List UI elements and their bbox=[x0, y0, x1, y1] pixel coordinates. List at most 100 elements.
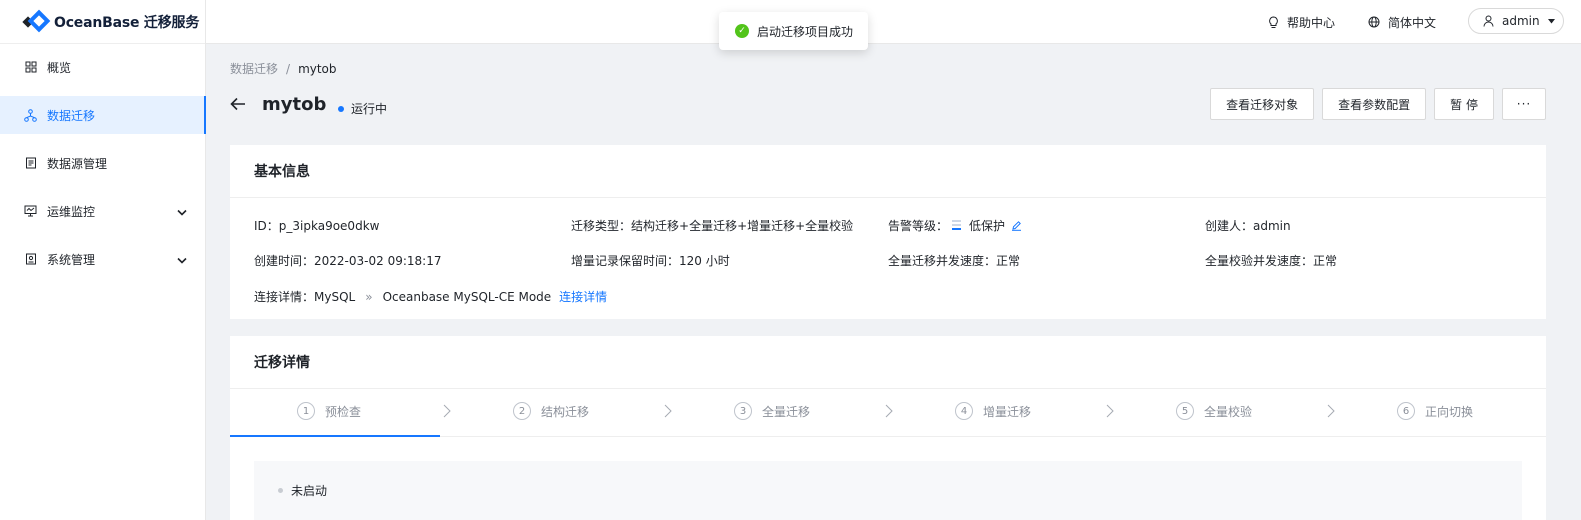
step-label: 结构迁移 bbox=[541, 404, 590, 419]
info-label: 创建时间： bbox=[254, 254, 315, 268]
oceanbase-logo-icon bbox=[22, 9, 51, 33]
app-logo[interactable]: OceanBase 迁移服务 bbox=[0, 0, 205, 44]
migration-details-heading: 迁移详情 bbox=[230, 336, 1546, 389]
step-label: 正向切换 bbox=[1425, 404, 1474, 419]
sidebar-item-label: 概览 bbox=[47, 60, 72, 75]
language-label: 简体中文 bbox=[1388, 15, 1437, 30]
step-full-verification[interactable]: 5 全量校验 bbox=[1176, 402, 1252, 420]
help-center-label: 帮助中心 bbox=[1287, 15, 1336, 30]
info-label: 连接详情： bbox=[254, 290, 315, 304]
chevron-right-icon bbox=[885, 404, 893, 421]
step-number: 5 bbox=[1176, 402, 1194, 420]
chevron-right-icon bbox=[1106, 404, 1114, 421]
pause-button[interactable]: 暂 停 bbox=[1434, 88, 1494, 120]
status-dot-icon bbox=[278, 488, 283, 493]
globe-icon bbox=[1368, 16, 1380, 28]
active-step-indicator bbox=[230, 435, 440, 437]
status-label: 运行中 bbox=[351, 102, 388, 116]
step-number: 3 bbox=[734, 402, 752, 420]
info-label: 告警等级： bbox=[888, 219, 949, 233]
step-number: 6 bbox=[1397, 402, 1415, 420]
toast-message: 启动迁移项目成功 bbox=[757, 24, 854, 39]
view-params-button[interactable]: 查看参数配置 bbox=[1322, 88, 1427, 120]
user-menu[interactable]: admin bbox=[1468, 8, 1564, 34]
settings-icon bbox=[24, 253, 37, 266]
lightbulb-icon bbox=[1268, 15, 1279, 29]
sidebar: OceanBase 迁移服务 概览 数据迁移 数据源管理 运维监控 系统管理 bbox=[0, 0, 206, 520]
success-toast: ✓ 启动迁移项目成功 bbox=[719, 12, 868, 50]
info-label: 创建人： bbox=[1205, 219, 1254, 233]
user-icon bbox=[1483, 15, 1494, 27]
chevron-right-icon bbox=[443, 404, 451, 421]
info-value: p_3ipka9oe0dkw bbox=[278, 218, 380, 233]
sidebar-item-label: 运维监控 bbox=[47, 204, 96, 219]
username: admin bbox=[1502, 14, 1540, 28]
basic-info-card: 基本信息 ID： p_3ipka9oe0dkw 迁移类型： 结构迁移+全量迁移+增量… bbox=[230, 145, 1546, 319]
migration-steps: 1 预检查 2 结构迁移 3 全量迁移 4 增量迁移 5 全量校验 6 正向切换 bbox=[230, 388, 1546, 437]
sidebar-item-data-migration[interactable]: 数据迁移 bbox=[0, 96, 206, 134]
arrow-left-icon[interactable] bbox=[230, 97, 246, 114]
info-alarm-level: 告警等级： 低保护 bbox=[888, 217, 1022, 234]
step-schema-migration[interactable]: 2 结构迁移 bbox=[513, 402, 589, 420]
sidebar-item-datasource[interactable]: 数据源管理 bbox=[0, 144, 205, 182]
info-value: 正常 bbox=[996, 254, 1021, 268]
language-switcher[interactable]: 简体中文 bbox=[1368, 0, 1436, 44]
migration-details-card: 迁移详情 1 预检查 2 结构迁移 3 全量迁移 4 增量迁移 5 全量校验 6… bbox=[230, 336, 1546, 520]
info-value: 正常 bbox=[1313, 254, 1338, 268]
info-full-migration-speed: 全量迁移并发速度： 正常 bbox=[888, 252, 1020, 269]
view-migration-objects-button[interactable]: 查看迁移对象 bbox=[1210, 88, 1315, 120]
connection-details-link[interactable]: 连接详情 bbox=[559, 288, 607, 305]
info-connection: 连接详情： MySQL » Oceanbase MySQL-CE Mode 连接… bbox=[254, 288, 607, 305]
edit-icon[interactable] bbox=[1011, 220, 1022, 231]
info-creator: 创建人： admin bbox=[1205, 217, 1291, 234]
monitor-icon bbox=[24, 205, 37, 218]
connection-target: Oceanbase MySQL-CE Mode bbox=[382, 289, 552, 304]
breadcrumb-parent[interactable]: 数据迁移 bbox=[230, 62, 278, 76]
sidebar-item-system[interactable]: 系统管理 bbox=[0, 240, 205, 278]
breadcrumb: 数据迁移 / mytob bbox=[230, 60, 337, 77]
chevron-down-icon[interactable] bbox=[177, 253, 187, 267]
info-retention: 增量记录保留时间： 120 小时 bbox=[571, 252, 730, 269]
step-precheck[interactable]: 1 预检查 bbox=[297, 402, 361, 420]
page-title: mytob bbox=[262, 94, 327, 115]
chevron-down-icon[interactable] bbox=[177, 205, 187, 219]
connection-source: MySQL bbox=[314, 289, 356, 304]
step-status-label: 未启动 bbox=[291, 484, 328, 498]
step-status-panel: 未启动 bbox=[254, 461, 1522, 520]
help-center-link[interactable]: 帮助中心 bbox=[1268, 0, 1335, 44]
step-label: 全量校验 bbox=[1204, 404, 1253, 419]
step-number: 4 bbox=[955, 402, 973, 420]
flow-icon bbox=[24, 108, 37, 122]
info-value: 低保护 bbox=[969, 219, 1006, 233]
double-arrow-icon: » bbox=[365, 289, 373, 304]
info-label: 全量迁移并发速度： bbox=[888, 254, 997, 268]
grid-icon bbox=[24, 61, 37, 74]
more-button[interactable]: ··· bbox=[1502, 88, 1546, 120]
app-name: OceanBase 迁移服务 bbox=[54, 14, 200, 31]
info-verify-speed: 全量校验并发速度： 正常 bbox=[1205, 252, 1337, 269]
sidebar-item-label: 数据源管理 bbox=[47, 156, 108, 171]
caret-down-icon bbox=[1547, 18, 1555, 24]
info-value: 2022-03-02 09:18:17 bbox=[314, 253, 442, 268]
step-forward-switch[interactable]: 6 正向切换 bbox=[1397, 402, 1473, 420]
level-bars-icon bbox=[952, 220, 962, 231]
breadcrumb-separator: / bbox=[286, 62, 291, 76]
info-value: 120 小时 bbox=[679, 254, 730, 268]
step-label: 预检查 bbox=[325, 404, 362, 419]
sidebar-item-ops-monitor[interactable]: 运维监控 bbox=[0, 192, 205, 230]
basic-info-heading: 基本信息 bbox=[230, 145, 1546, 198]
step-number: 2 bbox=[513, 402, 531, 420]
action-buttons: 查看迁移对象 查看参数配置 暂 停 ··· bbox=[1210, 88, 1546, 120]
step-full-migration[interactable]: 3 全量迁移 bbox=[734, 402, 810, 420]
info-value: admin bbox=[1253, 218, 1291, 233]
chevron-right-icon bbox=[1327, 404, 1335, 421]
page-header: mytob 运行中 查看迁移对象 查看参数配置 暂 停 ··· bbox=[230, 88, 1546, 122]
status-badge: 运行中 bbox=[338, 100, 387, 117]
step-incremental-migration[interactable]: 4 增量迁移 bbox=[955, 402, 1031, 420]
sidebar-item-overview[interactable]: 概览 bbox=[0, 48, 205, 86]
info-label: ID： bbox=[254, 219, 279, 233]
info-label: 迁移类型： bbox=[571, 219, 632, 233]
chevron-right-icon bbox=[664, 404, 672, 421]
database-icon bbox=[24, 157, 37, 170]
top-header: 帮助中心 简体中文 admin bbox=[206, 0, 1581, 44]
